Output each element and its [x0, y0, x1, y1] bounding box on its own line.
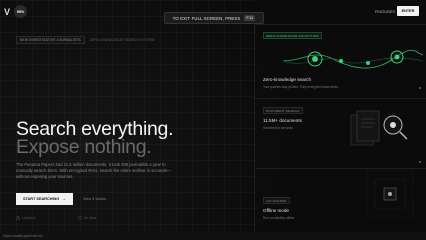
meta-item-1: Locked-in	[16, 216, 36, 220]
encryption-flow-icon	[283, 49, 423, 69]
feature-card-offline: AIR-GAPPED Offline mode Run completely o…	[255, 168, 426, 233]
status-url-bar: https://vaultly.app/enter/do	[0, 232, 426, 240]
feature-card-label: DOCUMENT SEARCH	[263, 107, 303, 114]
shield-icon	[78, 216, 82, 220]
arrow-right-icon: →	[62, 197, 66, 201]
feature-card-dot-icon	[419, 161, 421, 163]
feature-card-title: 11.5M+ documents	[263, 118, 302, 123]
nav-features-link[interactable]: FEATURES	[375, 10, 395, 14]
feature-card-label: ZERO-KNOWLEDGE ENCRYPTED	[263, 32, 322, 39]
meta-item-2-label: No leaks	[84, 216, 97, 220]
feature-card-dot-icon	[419, 87, 421, 89]
lock-icon	[16, 216, 20, 220]
feature-card-documents: DOCUMENT SEARCH 11.5M+ documents Searche…	[255, 98, 426, 169]
air-gapped-icon	[366, 170, 414, 218]
feature-card-title: Offline mode	[263, 208, 289, 213]
meta-item-1-label: Locked-in	[22, 216, 36, 220]
fullscreen-key: F11	[244, 15, 256, 21]
app-root: V 95% TO EXIT FULL SCREEN, PRESS F11 FEA…	[0, 0, 426, 240]
logo-mark: V	[4, 6, 11, 17]
hero-subtitle: Expose nothing.	[16, 136, 152, 158]
meta-item-2: No leaks	[78, 216, 96, 220]
fullscreen-banner-text: TO EXIT FULL SCREEN, PRESS	[172, 15, 241, 21]
tag-secondary: ZERO-KNOWLEDGE SEARCH SYSTEM	[90, 38, 155, 42]
start-searching-label: START SEARCHING	[22, 197, 60, 201]
hero-description: The Panama Papers had 11.5 million docum…	[16, 162, 172, 179]
feature-card-subtitle: Run completely offline	[263, 216, 295, 220]
feature-card-label: AIR-GAPPED	[263, 197, 290, 204]
logo[interactable]: V 95%	[4, 5, 28, 18]
feature-card-zero-knowledge: ZERO-KNOWLEDGE ENCRYPTED Zero-knowledge …	[255, 24, 426, 95]
start-searching-button[interactable]: START SEARCHING →	[16, 193, 73, 205]
secondary-link[interactable]: View 4 Works	[83, 197, 106, 201]
fullscreen-exit-banner: TO EXIT FULL SCREEN, PRESS F11	[164, 12, 264, 24]
enter-button[interactable]: ENTER	[397, 6, 419, 16]
features-panel: ZERO-KNOWLEDGE ENCRYPTED Zero-knowledge …	[254, 24, 426, 232]
feature-card-subtitle: Your queries stay private. Fully encrypt…	[263, 85, 339, 89]
tag-primary: NEW INVESTIGATIVE JOURNALISTS	[16, 36, 85, 44]
document-search-icon	[350, 110, 408, 146]
feature-card-title: Zero-knowledge search	[263, 77, 312, 82]
logo-badge: 95%	[14, 5, 28, 18]
feature-card-subtitle: Searched in seconds	[263, 126, 293, 130]
